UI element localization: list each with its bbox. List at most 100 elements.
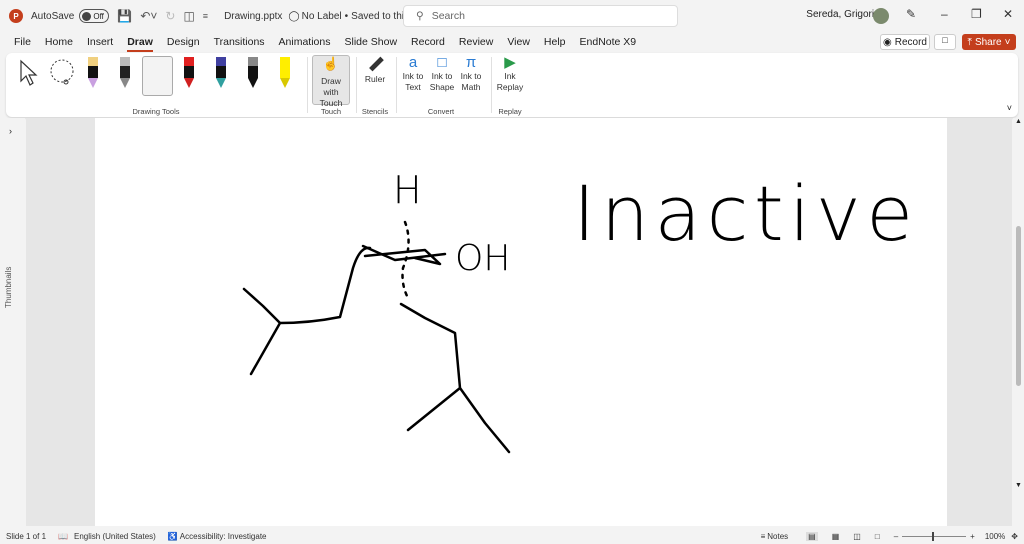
ruler-button[interactable]: ▬ Ruler xyxy=(361,51,389,85)
notes-button[interactable]: Notes xyxy=(767,532,788,541)
ruler-label: Ruler xyxy=(364,74,386,84)
ink-to-math-icon: π xyxy=(465,54,477,71)
slide-sorter-icon[interactable]: ▦ xyxy=(832,532,840,541)
ink-to-math-button[interactable]: π Ink to Math xyxy=(456,54,486,93)
pen-7-icon[interactable] xyxy=(280,57,290,89)
sensitivity-label[interactable]: No Label xyxy=(302,11,342,22)
thumbnails-label: Thumbnails xyxy=(4,266,13,308)
ink-to-shape-icon: □ xyxy=(437,54,447,71)
collapse-ribbon-icon[interactable]: ˅ xyxy=(1007,103,1012,113)
tab-slide-show[interactable]: Slide Show xyxy=(345,36,398,48)
tab-transitions[interactable]: Transitions xyxy=(214,36,265,48)
autosave-toggle[interactable]: Off xyxy=(79,9,110,23)
autosave-state: Off xyxy=(93,11,104,21)
powerpoint-logo-icon: P xyxy=(9,9,23,23)
group-drawing-tools: Drawing Tools xyxy=(132,107,180,116)
search-placeholder: Search xyxy=(431,10,465,22)
scroll-up-icon[interactable]: ▲ xyxy=(1015,118,1022,125)
record-icon: ◉ xyxy=(883,36,892,48)
pen-1-icon[interactable] xyxy=(88,57,98,89)
replay-icon: ▶ xyxy=(504,54,516,71)
ink-to-math-label: Ink to Math xyxy=(460,71,482,92)
comments-button[interactable]: □ xyxy=(934,34,956,50)
customize-toolbar-icon[interactable]: ≡ xyxy=(203,11,208,21)
pen-2-icon[interactable] xyxy=(120,57,130,89)
ink-to-text-button[interactable]: a Ink to Text xyxy=(399,55,427,93)
zoom-slider[interactable] xyxy=(902,531,967,541)
undo-icon[interactable]: ↶˅ xyxy=(140,9,157,23)
record-label: Record xyxy=(894,36,927,48)
language-status[interactable]: English (United States) xyxy=(74,532,156,541)
ruler-icon: ▬ xyxy=(363,50,387,75)
thumbnails-pane[interactable]: › Thumbnails xyxy=(0,118,25,526)
tab-design[interactable]: Design xyxy=(167,36,200,48)
group-touch: Touch xyxy=(320,107,341,116)
reading-view-icon[interactable]: ◫ xyxy=(853,532,861,541)
ribbon-tabs: File Home Insert Draw Design Transitions Anima… xyxy=(0,32,1024,52)
scroll-down-icon[interactable]: ▼ xyxy=(1015,482,1022,489)
touch-hand-icon: ☝ xyxy=(322,56,340,71)
close-icon[interactable]: ✕ xyxy=(1003,7,1013,21)
draw-ribbon: ☝ Draw with Touch ▬ Ruler a Ink to Text □ I… xyxy=(6,51,1018,117)
pen-4-icon[interactable] xyxy=(184,57,194,89)
tab-file[interactable]: File xyxy=(14,36,31,48)
tab-help[interactable]: Help xyxy=(544,36,566,48)
draw-with-touch-button[interactable]: ☝ Draw with Touch xyxy=(312,55,350,108)
ink-oh-label: OH xyxy=(455,238,510,279)
ink-to-shape-label: Ink to Shape xyxy=(429,71,455,92)
tab-view[interactable]: View xyxy=(507,36,530,48)
slideshow-icon[interactable]: □ xyxy=(875,532,880,541)
slide[interactable]: H OH Inactive xyxy=(95,118,947,526)
zoom-in-icon[interactable]: + xyxy=(970,532,975,541)
scrollbar-thumb[interactable] xyxy=(1016,226,1021,386)
chevron-down-icon: ˅ xyxy=(1004,36,1011,48)
minimize-icon[interactable]: – xyxy=(941,7,948,21)
ink-title-inactive: Inactive xyxy=(573,169,913,258)
share-icon: ⤒ xyxy=(967,36,972,48)
redo-icon[interactable]: ↻ xyxy=(165,9,175,23)
shield-icon: ◯ xyxy=(288,10,300,22)
search-box[interactable]: ⚲ Search xyxy=(403,5,678,27)
vertical-scrollbar[interactable]: ▲ ▼ xyxy=(1013,118,1024,526)
tab-endnote-x9[interactable]: EndNote X9 xyxy=(580,36,637,48)
accessibility-icon: ♿ xyxy=(167,531,178,541)
slide-counter: Slide 1 of 1 xyxy=(6,531,47,541)
pen-6-icon[interactable] xyxy=(248,57,258,89)
ink-drawing: H OH Inactive xyxy=(242,168,913,454)
share-button[interactable]: ⤒ Share ˅ xyxy=(962,34,1016,50)
selected-pen-highlight xyxy=(142,56,173,96)
record-button[interactable]: ◉ Record xyxy=(880,34,930,50)
ink-stroke xyxy=(361,244,447,266)
draw-with-touch-label: Draw with Touch xyxy=(319,76,343,108)
avatar[interactable] xyxy=(873,8,889,24)
pen-5-icon[interactable] xyxy=(216,57,226,89)
tab-animations[interactable]: Animations xyxy=(279,36,331,48)
accessibility-status[interactable]: Accessibility: Investigate xyxy=(180,532,267,541)
ink-replay-button[interactable]: ▶ Ink Replay xyxy=(496,54,524,93)
notes-icon: ≡ xyxy=(760,531,766,541)
autosave-label: AutoSave xyxy=(31,10,75,22)
ink-to-shape-button[interactable]: □ Ink to Shape xyxy=(428,54,456,93)
tab-record[interactable]: Record xyxy=(411,36,445,48)
ink-stroke xyxy=(278,246,372,325)
expand-chevron-icon[interactable]: › xyxy=(9,126,12,136)
tab-insert[interactable]: Insert xyxy=(87,36,113,48)
pen-icon[interactable]: ✎ xyxy=(906,7,916,21)
zoom-level[interactable]: 100% xyxy=(985,532,1005,541)
ink-stroke xyxy=(242,287,282,376)
normal-view-icon[interactable]: ▤ xyxy=(806,531,818,541)
ink-replay-label: Ink Replay xyxy=(496,71,524,92)
zoom-out-icon[interactable]: – xyxy=(894,532,898,541)
tab-draw[interactable]: Draw xyxy=(127,36,153,52)
present-icon[interactable]: ◫ xyxy=(183,9,194,23)
separator-dot: • xyxy=(344,10,349,22)
restore-icon[interactable]: ❐ xyxy=(971,7,982,21)
fit-to-window-icon[interactable]: ✥ xyxy=(1011,532,1018,541)
select-arrow-icon[interactable] xyxy=(18,59,42,87)
group-stencils: Stencils xyxy=(361,107,389,116)
lasso-select-icon[interactable] xyxy=(48,59,78,87)
save-icon[interactable]: 💾 xyxy=(117,9,132,23)
tab-review[interactable]: Review xyxy=(459,36,493,48)
tab-home[interactable]: Home xyxy=(45,36,73,48)
spellcheck-icon[interactable]: 📖 xyxy=(58,532,68,541)
